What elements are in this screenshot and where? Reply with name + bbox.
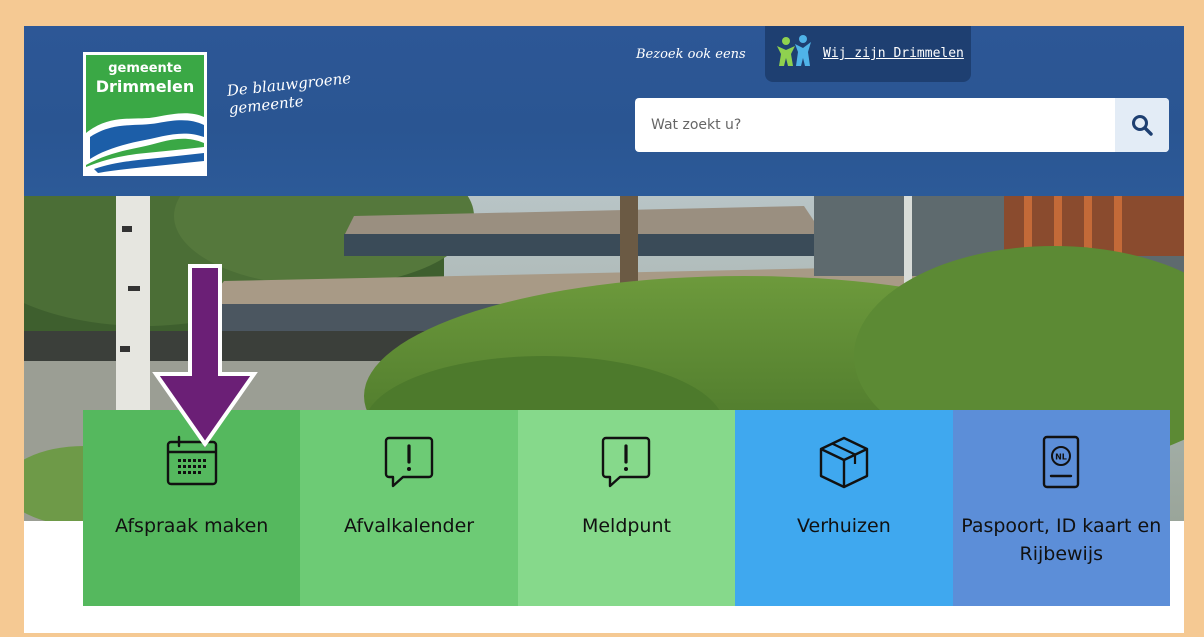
- speech-exclamation-icon: [602, 436, 651, 488]
- wij-zijn-drimmelen-link[interactable]: Wij zijn Drimmelen: [823, 46, 964, 61]
- logo-line1: gemeente: [108, 61, 182, 76]
- page-frame: gemeente Drimmelen De blauwgroene gemeen…: [24, 26, 1184, 633]
- tile-label: Meldpunt: [581, 515, 671, 537]
- tile-meldpunt[interactable]: Meldpunt: [517, 410, 736, 606]
- box-icon: [819, 436, 869, 489]
- visit-tab[interactable]: Wij zijn Drimmelen: [765, 26, 971, 82]
- tile-verhuizen[interactable]: Verhuizen: [735, 410, 953, 606]
- search-input[interactable]: [635, 98, 1115, 152]
- tile-label: Afspraak maken: [115, 515, 269, 537]
- tile-label: Verhuizen: [796, 515, 891, 537]
- visit-prefix: Bezoek ook eens: [636, 47, 746, 62]
- search-bar: [635, 98, 1169, 152]
- people-icon: [777, 35, 811, 66]
- tile-label: Paspoort, ID kaart en Rijbewijs: [961, 515, 1162, 565]
- svg-text:NL: NL: [1055, 453, 1067, 462]
- site-header: gemeente Drimmelen De blauwgroene gemeen…: [24, 26, 1184, 196]
- tile-paspoort[interactable]: NL Paspoort, ID kaart en Rijbewijs: [952, 410, 1170, 606]
- logo-line2: Drimmelen: [95, 77, 195, 96]
- passport-icon: NL: [1043, 435, 1080, 489]
- annotation-arrow-icon: [152, 264, 258, 448]
- search-icon: [1132, 115, 1153, 136]
- tagline: De blauwgroene gemeente: [226, 69, 354, 118]
- tile-label: Afvalkalender: [344, 515, 475, 537]
- tile-afvalkalender[interactable]: Afvalkalender: [300, 410, 518, 606]
- municipality-logo[interactable]: gemeente Drimmelen: [83, 52, 207, 176]
- logo-waves-icon: [86, 103, 204, 173]
- search-button[interactable]: [1115, 98, 1169, 152]
- logo-inner: gemeente Drimmelen: [86, 55, 204, 173]
- speech-exclamation-icon: [384, 436, 434, 488]
